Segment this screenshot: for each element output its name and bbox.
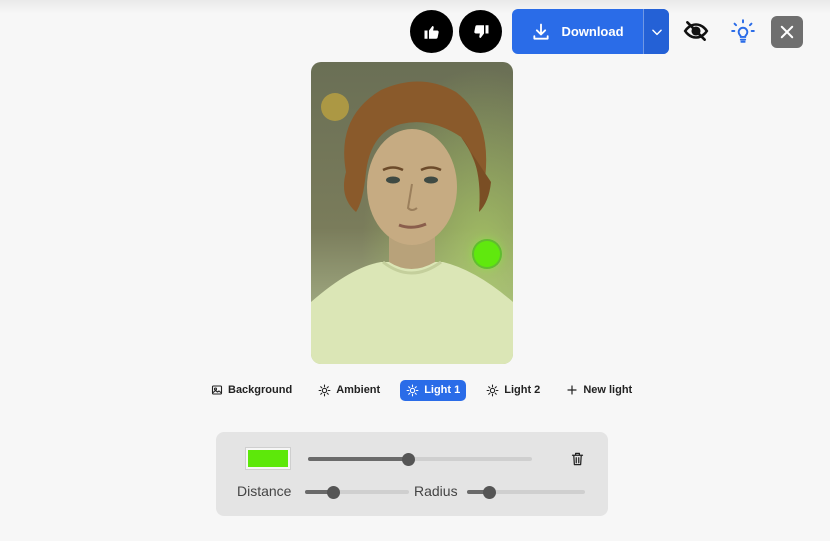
tab-label: Background bbox=[228, 384, 293, 396]
download-button-group: Download bbox=[512, 9, 669, 54]
download-options-dropdown[interactable] bbox=[643, 9, 669, 54]
tab-ambient[interactable]: Ambient bbox=[312, 380, 386, 401]
top-bar-shadow bbox=[0, 0, 830, 14]
tab-label: New light bbox=[583, 384, 633, 396]
delete-light-button[interactable] bbox=[568, 450, 586, 468]
close-button[interactable] bbox=[771, 16, 803, 48]
light-color-swatch[interactable] bbox=[246, 448, 290, 469]
intensity-slider[interactable] bbox=[308, 452, 532, 466]
trash-icon bbox=[571, 452, 583, 466]
radius-slider-thumb[interactable] bbox=[482, 485, 496, 499]
lighting-toggle-button[interactable] bbox=[727, 15, 759, 47]
portrait-preview bbox=[311, 62, 513, 364]
sun-icon bbox=[318, 384, 331, 396]
toggle-visibility-button[interactable] bbox=[680, 15, 712, 47]
ambient-light-marker[interactable] bbox=[321, 93, 349, 121]
distance-slider[interactable] bbox=[305, 485, 409, 499]
intensity-slider-thumb[interactable] bbox=[402, 452, 416, 466]
tab-label: Light 2 bbox=[504, 384, 541, 396]
distance-label: Distance bbox=[237, 483, 292, 499]
lightbulb-icon bbox=[731, 19, 755, 43]
tab-light-2[interactable]: Light 2 bbox=[480, 380, 546, 401]
intensity-slider-fill bbox=[308, 457, 409, 461]
sun-icon bbox=[406, 384, 419, 396]
radius-slider[interactable] bbox=[467, 485, 585, 499]
like-button[interactable] bbox=[410, 10, 453, 53]
thumbs-down-icon bbox=[473, 24, 488, 38]
light-tabs: Background Ambient Light 1 Light 2 New l… bbox=[205, 378, 638, 402]
radius-label: Radius bbox=[414, 483, 458, 499]
tab-light-1[interactable]: Light 1 bbox=[400, 379, 467, 401]
eye-off-icon bbox=[683, 21, 709, 41]
tab-background[interactable]: Background bbox=[205, 380, 298, 400]
plus-icon bbox=[567, 385, 577, 395]
download-label: Download bbox=[561, 24, 624, 39]
tab-label: Ambient bbox=[336, 384, 381, 396]
light-1-marker[interactable] bbox=[474, 241, 500, 267]
dislike-button[interactable] bbox=[459, 10, 502, 53]
close-icon bbox=[780, 25, 794, 39]
sun-icon bbox=[486, 384, 499, 396]
chevron-down-icon bbox=[651, 29, 662, 35]
download-icon bbox=[533, 23, 550, 40]
download-button[interactable]: Download bbox=[512, 9, 643, 54]
tab-label: Light 1 bbox=[424, 384, 461, 396]
light-settings-panel: Distance Radius bbox=[216, 432, 608, 516]
image-icon bbox=[211, 385, 223, 395]
tab-new-light[interactable]: New light bbox=[560, 380, 638, 400]
distance-slider-thumb[interactable] bbox=[326, 485, 340, 499]
thumbs-up-icon bbox=[424, 25, 439, 39]
